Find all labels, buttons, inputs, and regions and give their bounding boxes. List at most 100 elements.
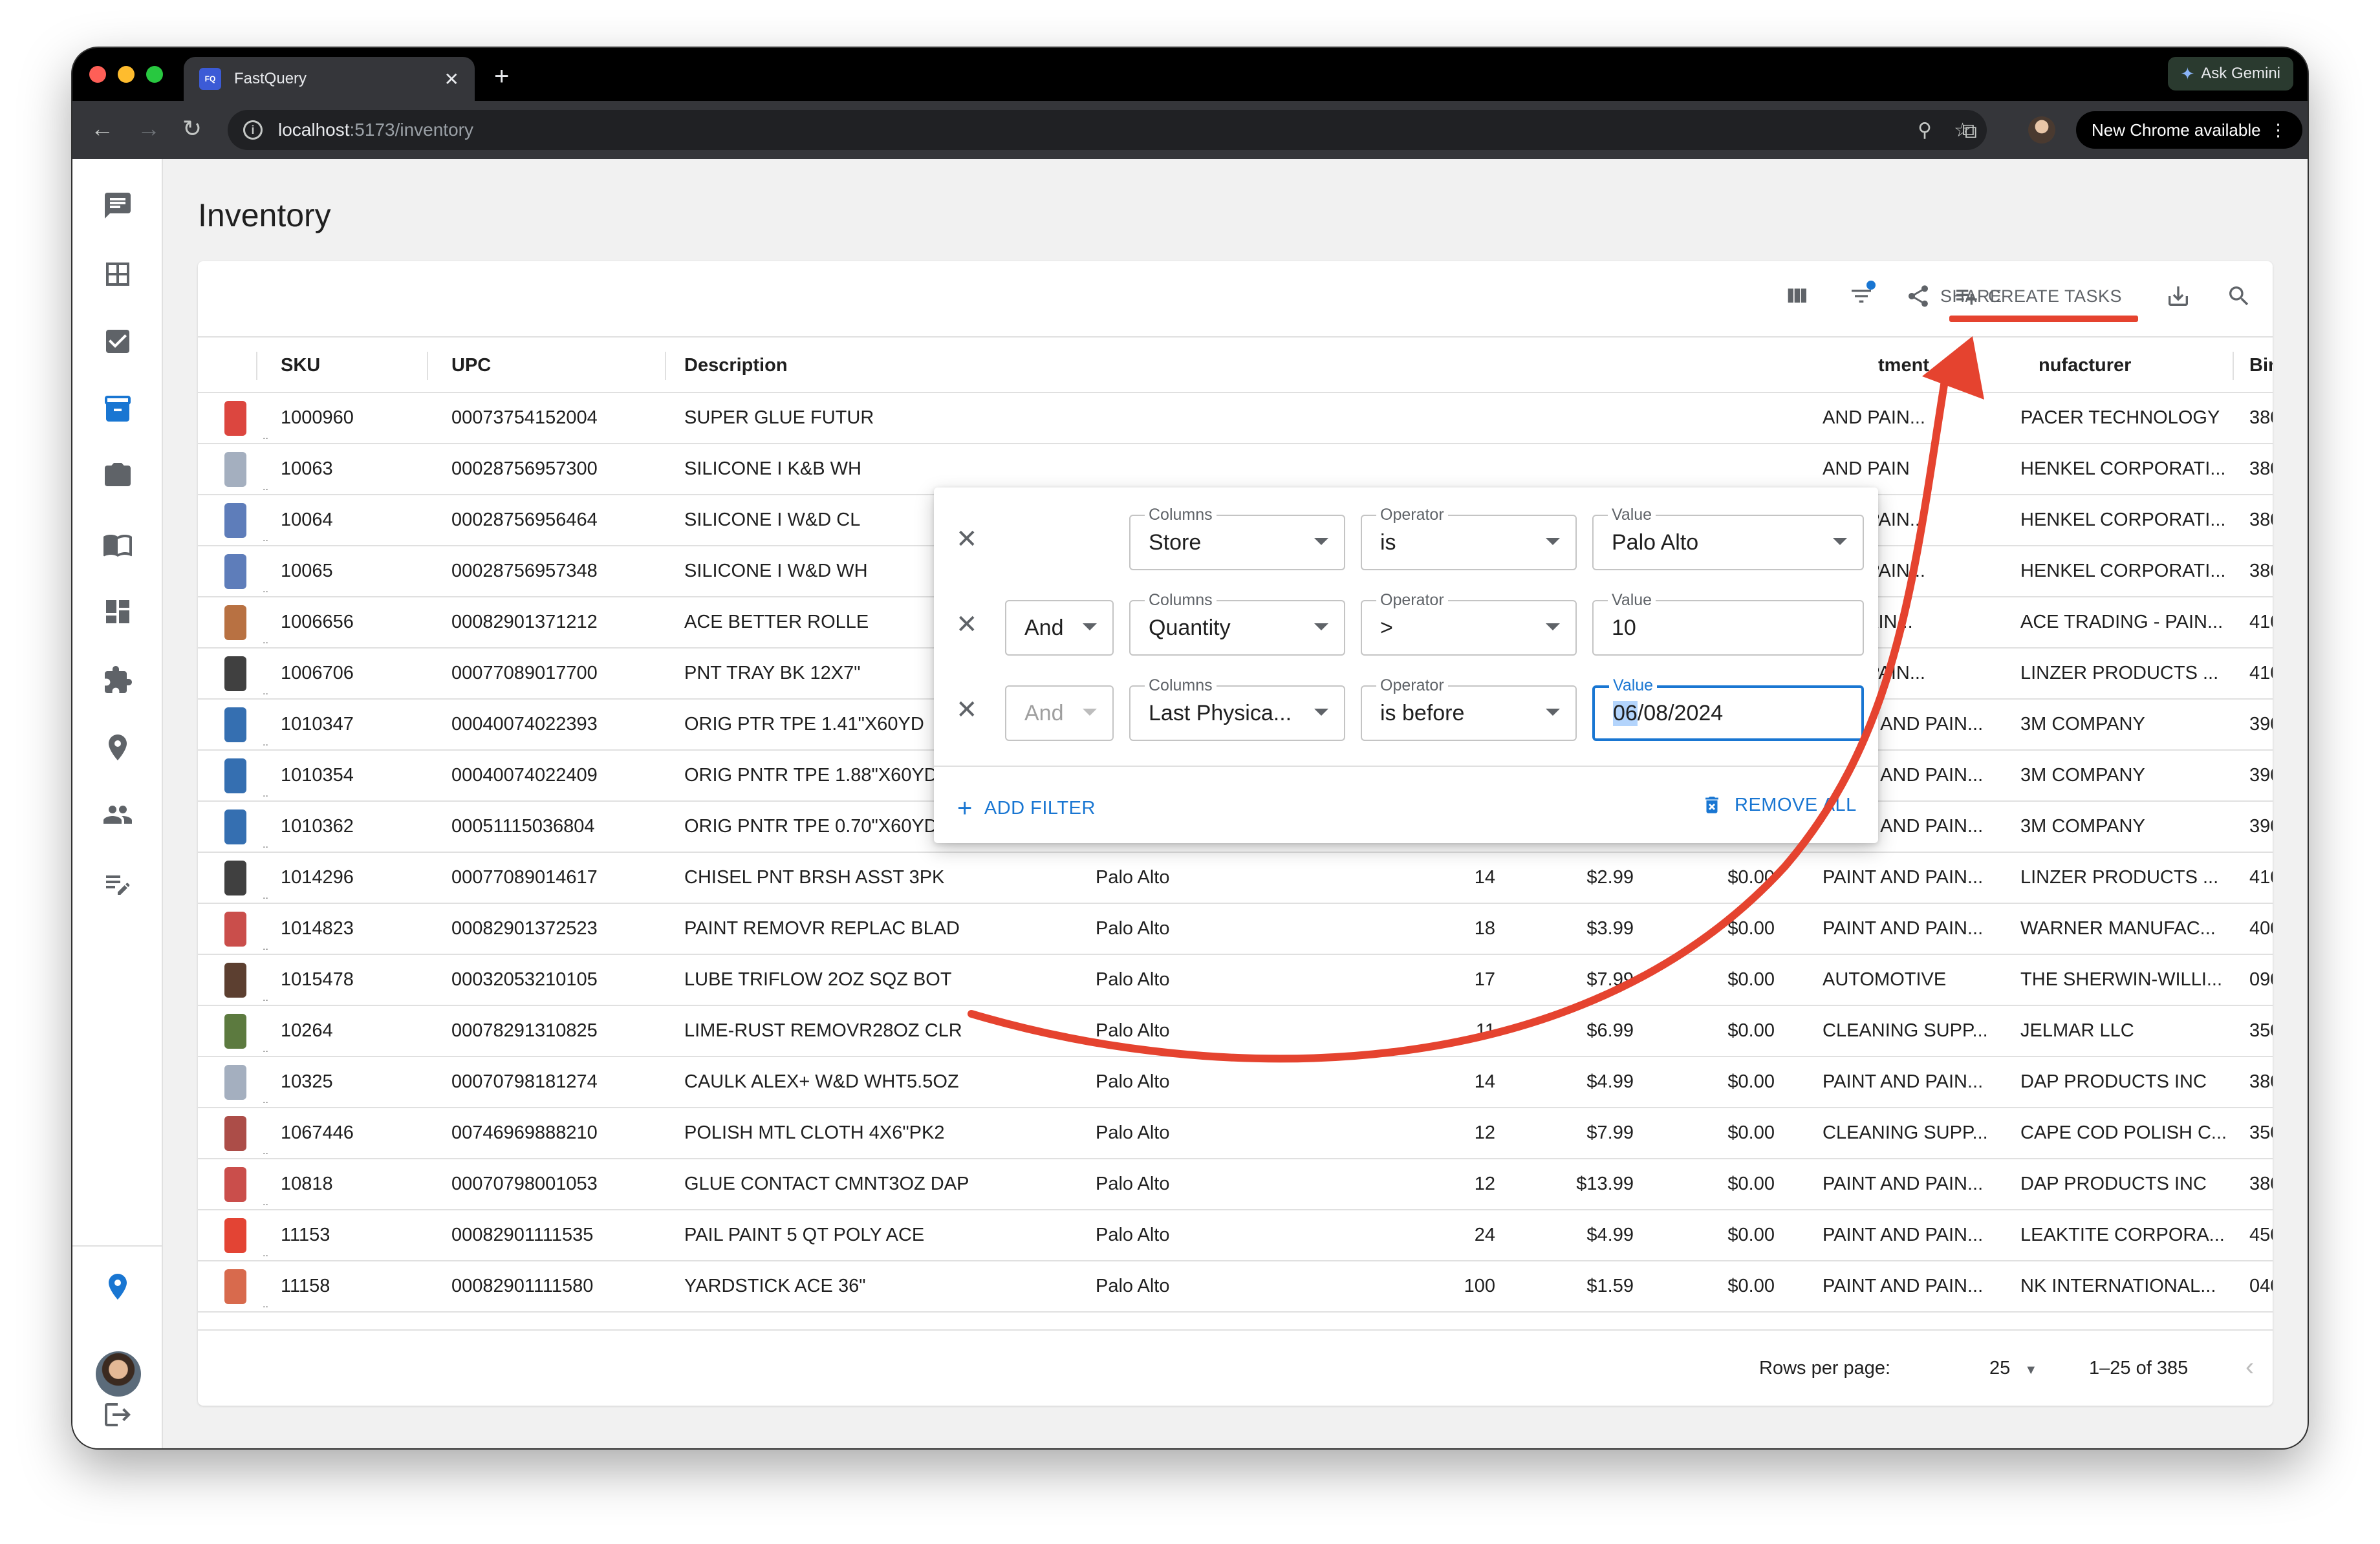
browser-tab[interactable]: FQ FastQuery ✕ [184,57,475,101]
table-row[interactable]: .. 1015478 00032053210105 LUBE TRIFLOW 2OZ … [198,955,2273,1006]
store-location-pin-icon[interactable] [101,1270,135,1303]
filters-button[interactable] [1848,281,1876,309]
sidebar [72,159,163,1448]
table-row[interactable]: .. 1014296 00077089014617 CHISEL PNT BRSH A… [198,853,2273,904]
column-header-sku[interactable]: SKU [281,338,320,393]
remove-filter-icon[interactable]: ✕ [956,526,978,552]
cell-mfr: CAPE COD POLISH C... [2020,1122,2227,1143]
inventory-archive-icon[interactable] [101,392,135,425]
previous-page-icon[interactable]: ‹ [2245,1353,2254,1382]
cell-upc: 00032053210105 [451,969,598,990]
cell-upc: 00040074022409 [451,765,598,786]
forward-arrow-icon[interactable]: → [137,115,160,142]
book-icon[interactable] [101,528,135,561]
cell-store: Palo Alto [1096,1071,1170,1092]
cell-dept: CLEANING SUPP... [1823,1122,1988,1143]
filter-value-select[interactable]: Value Palo Alto [1592,506,1864,570]
remove-filter-icon[interactable]: ✕ [956,697,978,723]
filter-column-select[interactable]: Columns Quantity [1129,591,1345,656]
thumbnail-overflow-dots: .. [263,1299,268,1310]
filter-operator-select[interactable]: Operator > [1361,591,1577,656]
cell-price: $2.99 [1586,867,1634,888]
add-filter-button[interactable]: + ADD FILTER [957,794,1096,823]
filter-logic-select[interactable]: And [1005,600,1114,656]
edit-notes-icon[interactable] [101,866,135,900]
table-row[interactable]: .. 1014823 00082901372523 PAINT REMOVR REPL… [198,904,2273,955]
columns-button[interactable] [1784,283,1810,309]
thumbnail-overflow-dots: .. [263,941,268,952]
user-avatar[interactable] [96,1351,141,1397]
dashboard-icon[interactable] [101,595,135,628]
cell-upc: 00028756957348 [451,561,598,581]
cell-upc: 00082901372523 [451,918,598,939]
new-tab-icon[interactable]: + [494,62,509,91]
table-row[interactable]: .. 10264 00078291310825 LIME-RUST REMOVR28O… [198,1006,2273,1057]
close-window-button[interactable] [89,66,106,83]
filter-date-input[interactable]: Value 06/08/2024 [1592,676,1864,741]
cell-desc: LIME-RUST REMOVR28OZ CLR [684,1020,962,1041]
search-button[interactable] [2226,283,2252,309]
cell-bin: 3802 [2249,458,2273,479]
address-bar[interactable]: i localhost :5173/inventory ⚲ ☆ [228,110,1987,150]
table-row[interactable]: .. 1000960 00073754152004 SUPER GLUE FUTUR A… [198,393,2273,444]
table-row[interactable]: .. 10818 00070798001053 GLUE CONTACT CMNT3O… [198,1159,2273,1210]
back-arrow-icon[interactable]: ← [91,115,114,142]
cell-price: $4.99 [1586,1225,1634,1245]
filter-value: 10 [1612,615,1636,640]
tab-close-icon[interactable]: ✕ [444,69,459,90]
cell-mfr: 3M COMPANY [2020,714,2145,734]
ask-gemini-button[interactable]: ✦ Ask Gemini [2167,57,2293,91]
logout-icon[interactable] [101,1398,135,1431]
filter-column-select[interactable]: Columns Last Physica... [1129,676,1345,741]
chat-icon[interactable] [101,189,135,222]
extension-puzzle-icon[interactable] [101,663,135,697]
export-button[interactable] [2165,283,2191,309]
cell-mfr: JELMAR LLC [2020,1020,2134,1041]
maximize-window-button[interactable] [146,66,163,83]
product-thumbnail [216,398,255,438]
table-row[interactable]: .. 11158 00082901111580 YARDSTICK ACE 36" Pa… [198,1261,2273,1313]
table-row[interactable]: .. 10325 00070798181274 CAULK ALEX+ W&D WHT… [198,1057,2273,1108]
table-row[interactable]: .. 1067446 00746969888210 POLISH MTL CLOTH … [198,1108,2273,1159]
fastquery-favicon-icon: FQ [199,68,221,90]
people-icon[interactable] [101,798,135,831]
filter-operator-select[interactable]: Operator is [1361,506,1577,570]
filter-operator-select[interactable]: Operator is before [1361,676,1577,741]
site-info-icon[interactable]: i [243,120,263,140]
rows-per-page-select[interactable]: 25 ▼ [1989,1358,2037,1379]
filter-value-input[interactable]: Value 10 [1592,591,1864,656]
minimize-window-button[interactable] [118,66,135,83]
product-thumbnail [216,909,255,949]
column-header-manufacturer[interactable]: nufacturer [2039,338,2131,393]
column-header-description[interactable]: Description [684,338,788,393]
remove-filter-icon[interactable]: ✕ [956,612,978,638]
create-tasks-button[interactable]: CREATE TASKS [1953,283,2122,309]
zoom-icon[interactable]: ⚲ [1918,119,1932,142]
column-header-department[interactable]: tment [1878,338,1929,393]
filter-column-value: Last Physica... [1149,700,1292,725]
cell-sku: 1014296 [281,867,354,888]
date-month-selected: 06 [1613,700,1638,726]
extensions-puzzle-icon[interactable]: ⧉ [1962,119,1977,144]
cell-sku: 10325 [281,1071,333,1092]
column-header-upc[interactable]: UPC [451,338,491,393]
task-checkbox-icon[interactable] [101,325,135,358]
location-pin-icon[interactable] [101,731,135,764]
cell-store [1096,444,1290,494]
filter-column-select[interactable]: Columns Store [1129,506,1345,570]
cell-upc: 00070798001053 [451,1174,598,1194]
cell-mfr: LINZER PRODUCTS ... [2020,663,2219,683]
column-header-bin[interactable]: Bin [2249,338,2273,393]
cell-upc: 00082901371212 [451,612,598,632]
reload-icon[interactable]: ↻ [182,115,202,142]
cell-mfr: PACER TECHNOLOGY [2020,407,2220,428]
column-separator [665,352,666,380]
table-icon[interactable] [101,257,135,291]
cell-qty: 12 [1474,1174,1495,1194]
camera-icon[interactable] [101,459,135,493]
new-chrome-available-button[interactable]: New Chrome available ⋮ [2076,111,2302,149]
cell-desc: CAULK ALEX+ W&D WHT5.5OZ [684,1071,959,1092]
browser-profile-avatar[interactable] [2028,116,2055,144]
remove-all-button[interactable]: REMOVE ALL [1701,794,1857,816]
table-row[interactable]: .. 11153 00082901111535 PAIL PAINT 5 QT POL… [198,1210,2273,1261]
